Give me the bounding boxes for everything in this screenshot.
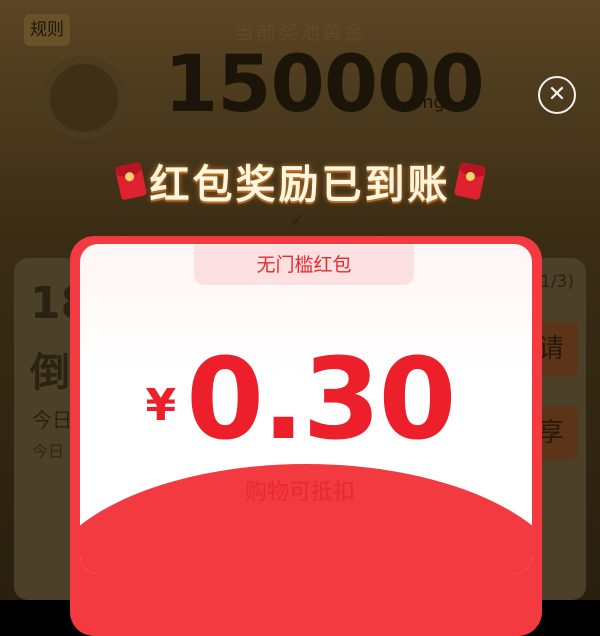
red-envelope-icon xyxy=(453,161,486,201)
red-packet-amount: ¥0.30 xyxy=(0,335,600,465)
no-threshold-tag: 无门槛红包 xyxy=(194,245,414,285)
red-envelope-icon xyxy=(114,161,147,201)
reward-headline: 红包奖励已到账 xyxy=(0,152,600,210)
card-progress: 1/3) xyxy=(540,272,574,292)
reward-title: 红包奖励已到账 xyxy=(149,162,451,208)
amount-value: 0.30 xyxy=(186,335,456,465)
currency-symbol: ¥ xyxy=(145,380,177,431)
amount-subtitle: 购物可抵扣 xyxy=(244,480,355,505)
close-icon[interactable]: ✕ xyxy=(538,76,576,114)
prize-pool-amount: 150000 xyxy=(164,40,485,130)
prize-pool-unit: mg xyxy=(416,92,445,113)
medal-icon xyxy=(42,56,126,140)
check-icon: ✓ xyxy=(290,210,306,231)
